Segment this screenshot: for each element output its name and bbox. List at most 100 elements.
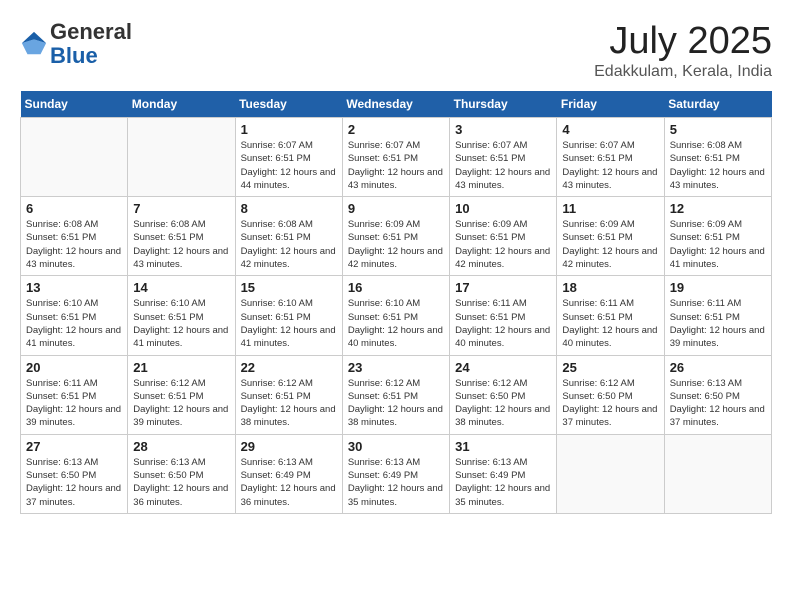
table-row: 13Sunrise: 6:10 AMSunset: 6:51 PMDayligh… (21, 276, 128, 355)
day-number: 10 (455, 201, 551, 216)
day-number: 18 (562, 280, 658, 295)
table-row (664, 434, 771, 513)
header-saturday: Saturday (664, 91, 771, 118)
table-row: 4Sunrise: 6:07 AMSunset: 6:51 PMDaylight… (557, 118, 664, 197)
table-row: 23 Sunrise: 6:12 AMSunset: 6:51 PMDayligh… (342, 355, 449, 434)
table-row: 20 Sunrise: 6:11 AMSunset: 6:51 PMDayligh… (21, 355, 128, 434)
header-sunday: Sunday (21, 91, 128, 118)
table-row: 15 Sunrise: 6:10 AMSunset: 6:51 PMDayligh… (235, 276, 342, 355)
cell-info: Sunrise: 6:10 AMSunset: 6:51 PMDaylight:… (241, 297, 337, 350)
day-number: 1 (241, 122, 337, 137)
cell-info: Sunrise: 6:11 AMSunset: 6:51 PMDaylight:… (455, 297, 551, 350)
cell-info: Sunrise: 6:12 AMSunset: 6:51 PMDaylight:… (241, 377, 337, 430)
day-number: 23 (348, 360, 444, 375)
cell-info: Sunrise: 6:11 AMSunset: 6:51 PMDaylight:… (26, 377, 122, 430)
cell-info: Sunrise: 6:08 AMSunset: 6:51 PMDaylight:… (133, 218, 229, 271)
day-number: 2 (348, 122, 444, 137)
week-row-4: 20 Sunrise: 6:11 AMSunset: 6:51 PMDayligh… (21, 355, 772, 434)
cell-info: Sunrise: 6:12 AMSunset: 6:51 PMDaylight:… (348, 377, 444, 430)
logo-general-text: General (50, 19, 132, 44)
calendar-table: SundayMondayTuesdayWednesdayThursdayFrid… (20, 91, 772, 514)
table-row (128, 118, 235, 197)
day-number: 25 (562, 360, 658, 375)
cell-info: Sunrise: 6:13 AMSunset: 6:50 PMDaylight:… (670, 377, 766, 430)
logo-blue-text: Blue (50, 43, 98, 68)
logo: General Blue (20, 20, 132, 68)
cell-info: Sunrise: 6:11 AMSunset: 6:51 PMDaylight:… (670, 297, 766, 350)
week-row-2: 6 Sunrise: 6:08 AMSunset: 6:51 PMDaylight… (21, 197, 772, 276)
week-row-5: 27 Sunrise: 6:13 AMSunset: 6:50 PMDayligh… (21, 434, 772, 513)
table-row: 5 Sunrise: 6:08 AMSunset: 6:51 PMDaylight… (664, 118, 771, 197)
cell-info: Sunrise: 6:07 AMSunset: 6:51 PMDaylight:… (455, 139, 551, 192)
table-row: 3 Sunrise: 6:07 AMSunset: 6:51 PMDaylight… (450, 118, 557, 197)
table-row: 11Sunrise: 6:09 AMSunset: 6:51 PMDayligh… (557, 197, 664, 276)
day-number: 30 (348, 439, 444, 454)
week-row-1: 1 Sunrise: 6:07 AMSunset: 6:51 PMDaylight… (21, 118, 772, 197)
day-number: 15 (241, 280, 337, 295)
day-number: 8 (241, 201, 337, 216)
day-number: 6 (26, 201, 122, 216)
cell-info: Sunrise: 6:09 AMSunset: 6:51 PMDaylight:… (348, 218, 444, 271)
cell-info: Sunrise: 6:08 AMSunset: 6:51 PMDaylight:… (241, 218, 337, 271)
header-friday: Friday (557, 91, 664, 118)
cell-info: Sunrise: 6:13 AMSunset: 6:49 PMDaylight:… (455, 456, 551, 509)
calendar-header-row: SundayMondayTuesdayWednesdayThursdayFrid… (21, 91, 772, 118)
cell-info: Sunrise: 6:10 AMSunset: 6:51 PMDaylight:… (133, 297, 229, 350)
table-row: 17Sunrise: 6:11 AMSunset: 6:51 PMDayligh… (450, 276, 557, 355)
title-block: July 2025 Edakkulam, Kerala, India (594, 20, 772, 81)
table-row: 9Sunrise: 6:09 AMSunset: 6:51 PMDaylight… (342, 197, 449, 276)
header-tuesday: Tuesday (235, 91, 342, 118)
day-number: 27 (26, 439, 122, 454)
table-row: 7Sunrise: 6:08 AMSunset: 6:51 PMDaylight… (128, 197, 235, 276)
table-row: 22 Sunrise: 6:12 AMSunset: 6:51 PMDayligh… (235, 355, 342, 434)
day-number: 5 (670, 122, 766, 137)
cell-info: Sunrise: 6:13 AMSunset: 6:49 PMDaylight:… (241, 456, 337, 509)
table-row: 26 Sunrise: 6:13 AMSunset: 6:50 PMDayligh… (664, 355, 771, 434)
cell-info: Sunrise: 6:09 AMSunset: 6:51 PMDaylight:… (455, 218, 551, 271)
cell-info: Sunrise: 6:11 AMSunset: 6:51 PMDaylight:… (562, 297, 658, 350)
table-row (557, 434, 664, 513)
header-wednesday: Wednesday (342, 91, 449, 118)
day-number: 26 (670, 360, 766, 375)
day-number: 21 (133, 360, 229, 375)
table-row: 19Sunrise: 6:11 AMSunset: 6:51 PMDayligh… (664, 276, 771, 355)
cell-info: Sunrise: 6:10 AMSunset: 6:51 PMDaylight:… (348, 297, 444, 350)
day-number: 31 (455, 439, 551, 454)
cell-info: Sunrise: 6:07 AMSunset: 6:51 PMDaylight:… (241, 139, 337, 192)
day-number: 22 (241, 360, 337, 375)
location-title: Edakkulam, Kerala, India (594, 63, 772, 81)
month-title: July 2025 (594, 20, 772, 63)
table-row: 6 Sunrise: 6:08 AMSunset: 6:51 PMDaylight… (21, 197, 128, 276)
table-row: 1 Sunrise: 6:07 AMSunset: 6:51 PMDaylight… (235, 118, 342, 197)
cell-info: Sunrise: 6:13 AMSunset: 6:49 PMDaylight:… (348, 456, 444, 509)
cell-info: Sunrise: 6:12 AMSunset: 6:51 PMDaylight:… (133, 377, 229, 430)
table-row: 10 Sunrise: 6:09 AMSunset: 6:51 PMDayligh… (450, 197, 557, 276)
day-number: 28 (133, 439, 229, 454)
day-number: 3 (455, 122, 551, 137)
header-thursday: Thursday (450, 91, 557, 118)
header-monday: Monday (128, 91, 235, 118)
cell-info: Sunrise: 6:13 AMSunset: 6:50 PMDaylight:… (133, 456, 229, 509)
table-row: 27 Sunrise: 6:13 AMSunset: 6:50 PMDayligh… (21, 434, 128, 513)
table-row: 30 Sunrise: 6:13 AMSunset: 6:49 PMDayligh… (342, 434, 449, 513)
table-row: 31 Sunrise: 6:13 AMSunset: 6:49 PMDayligh… (450, 434, 557, 513)
cell-info: Sunrise: 6:07 AMSunset: 6:51 PMDaylight:… (562, 139, 658, 192)
page-header: General Blue July 2025 Edakkulam, Kerala… (20, 20, 772, 81)
table-row: 8 Sunrise: 6:08 AMSunset: 6:51 PMDaylight… (235, 197, 342, 276)
table-row: 21 Sunrise: 6:12 AMSunset: 6:51 PMDayligh… (128, 355, 235, 434)
table-row: 24Sunrise: 6:12 AMSunset: 6:50 PMDayligh… (450, 355, 557, 434)
table-row: 12Sunrise: 6:09 AMSunset: 6:51 PMDayligh… (664, 197, 771, 276)
cell-info: Sunrise: 6:12 AMSunset: 6:50 PMDaylight:… (455, 377, 551, 430)
cell-info: Sunrise: 6:08 AMSunset: 6:51 PMDaylight:… (670, 139, 766, 192)
cell-info: Sunrise: 6:13 AMSunset: 6:50 PMDaylight:… (26, 456, 122, 509)
table-row (21, 118, 128, 197)
logo-icon (20, 30, 48, 58)
day-number: 20 (26, 360, 122, 375)
day-number: 12 (670, 201, 766, 216)
table-row: 28 Sunrise: 6:13 AMSunset: 6:50 PMDayligh… (128, 434, 235, 513)
cell-info: Sunrise: 6:10 AMSunset: 6:51 PMDaylight:… (26, 297, 122, 350)
table-row: 25Sunrise: 6:12 AMSunset: 6:50 PMDayligh… (557, 355, 664, 434)
table-row: 14Sunrise: 6:10 AMSunset: 6:51 PMDayligh… (128, 276, 235, 355)
cell-info: Sunrise: 6:08 AMSunset: 6:51 PMDaylight:… (26, 218, 122, 271)
day-number: 11 (562, 201, 658, 216)
